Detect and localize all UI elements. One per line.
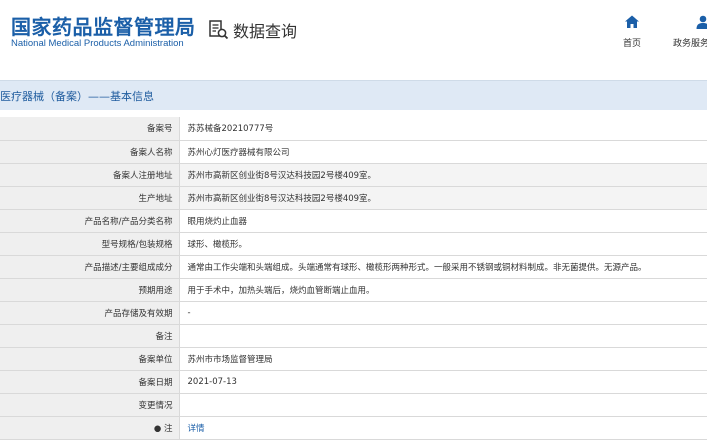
field-value-production-address: 苏州市高新区创业街8号汉达科技园2号楼409室。 xyxy=(179,186,707,210)
field-value-registered-address: 苏州市高新区创业街8号汉达科技园2号楼409室。 xyxy=(179,163,707,187)
field-label-production-address: 生产地址 xyxy=(0,186,180,210)
detail-row: 备案单位 苏州市市场监督管理局 xyxy=(0,347,707,371)
user-icon xyxy=(696,15,707,29)
field-value-filer-name: 苏州心灯医疗器械有限公司 xyxy=(179,140,707,164)
field-value-product-description: 通常由工作尖端和头端组成。头端通常有球形、橄榄形两种形式。一般采用不锈钢或铜材料… xyxy=(179,255,707,279)
detail-row: 生产地址 苏州市高新区创业街8号汉达科技园2号楼409室。 xyxy=(0,186,707,210)
field-value-product-name: 眼用烧灼止血器 xyxy=(179,209,707,233)
detail-row: 备案日期 2021-07-13 xyxy=(0,370,707,394)
field-label-filer-name: 备案人名称 xyxy=(0,140,180,164)
field-label-filing-date: 备案日期 xyxy=(0,370,180,394)
field-label-registered-address: 备案人注册地址 xyxy=(0,163,180,187)
home-icon xyxy=(625,15,639,28)
site-header: 国家药品监督管理局 National Medical Products Admi… xyxy=(0,0,707,66)
detail-row: 变更情况 xyxy=(0,393,707,417)
detail-row: ● 注 详情 xyxy=(0,416,707,440)
detail-row: 产品描述/主要组成成分 通常由工作尖端和头端组成。头端通常有球形、橄榄形两种形式… xyxy=(0,255,707,279)
note-label-text: 注 xyxy=(163,423,173,434)
site-title-en: National Medical Products Administration xyxy=(11,38,184,49)
section-header: 医疗器械（备案）——基本信息 xyxy=(0,80,707,110)
section-title: 医疗器械（备案）——基本信息 xyxy=(0,90,154,103)
field-value-storage-validity: - xyxy=(179,301,707,325)
field-value-filing-date: 2021-07-13 xyxy=(179,370,707,394)
field-value-model-spec: 球形、橄榄形。 xyxy=(179,232,707,256)
document-search-icon xyxy=(209,20,229,40)
field-label-note: ● 注 xyxy=(0,416,180,440)
detail-row: 备注 xyxy=(0,324,707,348)
field-value-intended-use: 用于手术中，加热头端后，烧灼血管断端止血用。 xyxy=(179,278,707,302)
data-query-title: 数据查询 xyxy=(208,18,297,42)
field-value-record-number: 苏苏械备20210777号 xyxy=(179,117,707,141)
field-value-note: 详情 xyxy=(179,416,707,440)
field-label-product-description: 产品描述/主要组成成分 xyxy=(0,255,180,279)
nav-government-services[interactable]: 政务服务 xyxy=(673,14,707,49)
detail-row: 型号规格/包装规格 球形、橄榄形。 xyxy=(0,232,707,256)
detail-row: 预期用途 用于手术中，加热头端后，烧灼血管断端止血用。 xyxy=(0,278,707,302)
detail-row: 备案人名称 苏州心灯医疗器械有限公司 xyxy=(0,140,707,164)
field-label-changes: 变更情况 xyxy=(0,393,180,417)
field-label-intended-use: 预期用途 xyxy=(0,278,180,302)
field-value-remarks xyxy=(179,324,707,348)
note-bullet-icon: ● xyxy=(153,423,164,434)
field-label-record-number: 备案号 xyxy=(0,117,180,141)
field-value-filing-unit: 苏州市市场监督管理局 xyxy=(179,347,707,371)
field-label-remarks: 备注 xyxy=(0,324,180,348)
field-label-storage-validity: 产品存储及有效期 xyxy=(0,301,180,325)
detail-row: 产品名称/产品分类名称 眼用烧灼止血器 xyxy=(0,209,707,233)
field-label-filing-unit: 备案单位 xyxy=(0,347,180,371)
site-title-cn[interactable]: 国家药品监督管理局 xyxy=(11,11,196,40)
data-query-label: 数据查询 xyxy=(233,22,298,41)
field-value-changes xyxy=(179,393,707,417)
details-link[interactable]: 详情 xyxy=(188,424,205,434)
detail-row: 产品存储及有效期 - xyxy=(0,301,707,325)
detail-row: 备案号 苏苏械备20210777号 xyxy=(0,117,707,141)
nav-government-services-label: 政务服务 xyxy=(673,39,707,49)
record-detail-table: 备案号 苏苏械备20210777号 备案人名称 苏州心灯医疗器械有限公司 备案人… xyxy=(0,117,707,440)
detail-row: 备案人注册地址 苏州市高新区创业街8号汉达科技园2号楼409室。 xyxy=(0,163,707,187)
field-label-product-name: 产品名称/产品分类名称 xyxy=(0,209,180,233)
nav-home-label: 首页 xyxy=(623,39,642,49)
field-label-model-spec: 型号规格/包装规格 xyxy=(0,232,180,256)
nav-home[interactable]: 首页 xyxy=(623,14,641,49)
